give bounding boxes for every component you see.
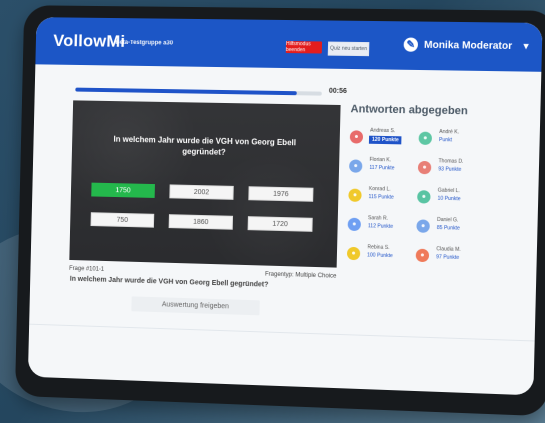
avatar-icon: ● [346,246,361,261]
avatar-icon: ● [415,248,430,263]
quiz-timer: 00:56 [328,87,347,96]
answer-option-1[interactable]: 1750 [91,182,155,198]
participant-item: ● Gabriel L. 10 Punkte [417,187,491,213]
participant-score: 115 Punkte [368,194,394,201]
participants-title: Antworten abgegeben [350,103,468,118]
avatar-icon: ● [349,130,364,144]
answer-option-4[interactable]: 750 [90,212,155,228]
top-navigation-bar: VollowMi Beta-Testgruppe a30 Hilfsmodus … [35,17,543,72]
release-evaluation-button[interactable]: Auswertung freigeben [131,296,260,316]
participant-score: 120 Punkte [368,135,402,145]
stop-help-mode-button[interactable]: Hilfsmodus beenden [285,41,323,54]
participant-name: André K. [439,128,460,136]
footer-divider [29,323,535,342]
quiz-progress-fill [75,87,297,96]
participant-name: Claudia M. [436,246,461,253]
participant-score: 117 Punkte [369,164,395,172]
participant-score: 97 Punkte [436,254,460,261]
participant-score: 85 Punkte [436,224,460,232]
answer-option-2[interactable]: 2002 [169,184,234,200]
question-number: Frage #101-1 [69,265,105,273]
participant-item: ● Konrad L. 115 Punkte [348,186,421,212]
avatar-icon: ● [417,160,432,175]
avatar-icon: ● [347,217,362,232]
avatar-icon: ● [418,131,433,145]
participant-score: 112 Punkte [367,223,394,230]
participant-name: Sarah R. [367,215,389,222]
question-card: In welchem Jahr wurde die VGH von Georg … [69,100,341,268]
participant-item: ● Claudia M. 97 Punkte [415,246,489,272]
question-meta: Frage #101-1 Fragentyp: Multiple Choice [69,265,336,280]
avatar-icon: ● [417,190,431,204]
question-type: Fragentyp: Multiple Choice [264,271,337,280]
participant-name: Daniel G. [436,216,459,224]
participant-name: Florian K. [369,156,392,164]
participant-name: Konrad L. [368,186,391,193]
answer-option-5[interactable]: 1860 [168,214,234,230]
restart-quiz-button[interactable]: Quiz neu starten [327,41,370,57]
participant-item: ● Thomas D. 93 Punkte [417,158,492,184]
user-menu[interactable]: ✎ Monika Moderator ▼ [403,37,531,53]
group-label: Beta-Testgruppe a30 [115,39,174,47]
participant-name: Andreas S. [370,127,396,135]
participant-item: ● Sarah R. 112 Punkte [347,215,420,241]
wrench-icon: ✎ [403,37,419,52]
participant-score: 10 Punkte [437,195,461,203]
participant-item: ● Andreas S. 120 Punkte [349,127,423,153]
quiz-progress-track [75,87,322,96]
participant-score: 100 Punkte [367,252,393,260]
background: VollowMi Beta-Testgruppe a30 Hilfsmodus … [0,0,545,423]
participant-score: Punkt [438,137,453,144]
participant-item: ● Rebina S. 100 Punkte [346,244,420,270]
participant-item: ● Daniel G. 85 Punkte [416,216,490,242]
participant-name: Thomas D. [438,158,464,165]
answer-option-3[interactable]: 1976 [248,186,314,202]
participant-item: ● André K. Punkt [418,129,492,155]
user-name: Monika Moderator [423,39,513,52]
answer-option-6[interactable]: 1720 [247,216,313,232]
avatar-icon: ● [349,159,363,173]
avatar-icon: ● [348,188,362,202]
participant-name: Rebina S. [367,244,390,251]
participant-name: Gabriel L. [437,187,460,195]
question-text: In welchem Jahr wurde die VGH von Georg … [113,134,297,157]
avatar-icon: ● [416,219,430,233]
dropdown-caret-icon: ▼ [521,40,531,52]
tablet-screen-frame: VollowMi Beta-Testgruppe a30 Hilfsmodus … [27,17,543,396]
tablet-device: VollowMi Beta-Testgruppe a30 Hilfsmodus … [14,5,545,417]
app-screen: VollowMi Beta-Testgruppe a30 Hilfsmodus … [27,17,543,396]
participant-score: 93 Punkte [438,166,462,173]
participant-item: ● Florian K. 117 Punkte [349,156,422,182]
